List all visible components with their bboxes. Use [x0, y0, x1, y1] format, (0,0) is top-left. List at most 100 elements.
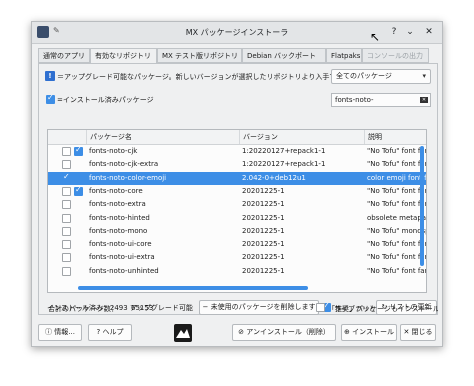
minus-icon: −	[202, 303, 209, 311]
table-row[interactable]: fonts-noto-ui-extra 20201225-1 "No Tofu" f…	[48, 251, 426, 264]
install-label: インストール	[352, 328, 394, 336]
header-package-name[interactable]: パッケージ名	[86, 130, 239, 144]
row-select-checkbox[interactable]	[62, 266, 71, 276]
cell-version: 20201225-1	[242, 240, 285, 249]
window-title: MX パッケージインストーラ	[185, 28, 289, 37]
cell-version: 2.042-0+deb12u1	[242, 173, 306, 182]
horizontal-scrollbar-thumb[interactable]	[78, 286, 308, 290]
clear-search-icon[interactable]: ✕	[420, 97, 428, 103]
cell-name: fonts-noto-color-emoji	[89, 173, 167, 182]
help-label: ヘルプ	[102, 328, 124, 336]
header-description[interactable]: 説明	[364, 130, 426, 144]
table-row[interactable]: fonts-noto-ui-core 20201225-1 "No Tofu" fo…	[48, 238, 426, 251]
table-row[interactable]: fonts-noto-mono 20201225-1 "No Tofu" monos…	[48, 225, 426, 238]
cell-desc: "No Tofu" font famili	[367, 200, 426, 209]
tab-console-output: コンソールの出力	[362, 48, 429, 63]
close-window-icon[interactable]: ✕	[422, 25, 436, 39]
close-icon: ✕	[403, 328, 410, 336]
cell-version: 20201225-1	[242, 226, 285, 235]
row-select-checkbox[interactable]	[62, 213, 71, 223]
installed-status-icon	[74, 185, 83, 196]
cell-name: fonts-noto-ui-core	[89, 240, 152, 249]
upgrade-badge-icon: !	[45, 71, 55, 81]
cell-name: fonts-noto-cjk	[89, 147, 138, 155]
help-button[interactable]: ? ヘルプ	[88, 324, 132, 341]
tab-mx-test-repo[interactable]: MX テスト版リポジトリ	[157, 48, 242, 63]
tab-popular-apps[interactable]: 通常のアプリ	[38, 48, 90, 63]
mouse-cursor-icon: ↖	[370, 30, 381, 44]
install-button[interactable]: ⊕ インストール	[341, 324, 397, 341]
cell-name: fonts-noto-core	[89, 186, 143, 195]
cell-version: 1:20220127+repack1-1	[242, 147, 326, 155]
cell-name: fonts-noto-unhinted	[89, 266, 159, 275]
package-filter-value: 全てのパッケージ	[336, 72, 392, 80]
close-button[interactable]: ✕ 閉じる	[400, 324, 436, 341]
installed-legend-text: =インストール済みパッケージ	[57, 96, 154, 104]
cell-desc: "No Tofu" font famili	[367, 186, 426, 195]
cell-name: fonts-noto-ui-extra	[89, 253, 155, 262]
tab-enabled-repos[interactable]: 有効なリポジトリ	[90, 48, 157, 64]
recommends-label: 「推奨」パッケージもインストール	[328, 305, 438, 313]
cell-version: 20201225-1	[242, 266, 285, 275]
row-select-checkbox[interactable]	[62, 172, 71, 183]
row-select-checkbox[interactable]	[62, 147, 71, 156]
table-row[interactable]: fonts-noto-hinted 20201225-1 obsolete meta…	[48, 212, 426, 225]
cell-desc: color emoji font from	[367, 173, 426, 182]
search-input-value: fonts-noto-	[335, 96, 374, 104]
title-bar[interactable]: ✎ MX パッケージインストーラ ? ⌄ ✕	[32, 22, 442, 44]
cell-desc: "No Tofu" monospac	[367, 226, 426, 235]
cell-desc: "No Tofu" font famili	[367, 160, 426, 169]
uninstall-label: アンインストール（削除）	[246, 328, 330, 336]
cell-desc: "No Tofu" font famili	[367, 253, 426, 262]
upgrade-legend-text: ＝アップグレード可能なパッケージ。新しいバージョンが選択したリポジトリより入手で…	[57, 73, 344, 81]
row-select-checkbox[interactable]	[62, 226, 71, 236]
search-input[interactable]: fonts-noto- ✕	[331, 93, 431, 107]
main-panel: ! ＝アップグレード可能なパッケージ。新しいバージョンが選択したリポジトリより入…	[38, 63, 438, 315]
cell-name: fonts-noto-hinted	[89, 213, 150, 222]
app-window: ✎ MX パッケージインストーラ ? ⌄ ✕ 通常のアプリ 有効なリポジトリ M…	[31, 21, 443, 347]
row-select-checkbox[interactable]	[62, 160, 71, 170]
recommends-checkbox[interactable]	[316, 303, 325, 312]
row-select-checkbox[interactable]	[62, 200, 71, 210]
cell-desc: obsolete metapacka	[367, 213, 426, 222]
cell-name: fonts-noto-mono	[89, 226, 148, 235]
help-icon: ?	[96, 328, 101, 336]
remove-unused-label: 未使用のパッケージを削除します	[210, 303, 316, 311]
row-select-checkbox[interactable]	[62, 240, 71, 250]
installed-status-icon	[74, 145, 83, 156]
row-select-checkbox[interactable]	[62, 186, 71, 196]
table-row[interactable]: fonts-noto-cjk-extra 1:20220127+repack1-1…	[48, 158, 426, 171]
vertical-scrollbar[interactable]	[420, 144, 425, 290]
cell-desc: "No Tofu" font famili	[367, 240, 426, 249]
table-header: パッケージ名 バージョン 説明	[48, 130, 426, 145]
close-label: 閉じる	[411, 328, 433, 336]
table-row[interactable]: fonts-noto-color-emoji 2.042-0+deb12u1 col…	[48, 171, 426, 185]
vertical-scrollbar-thumb[interactable]	[420, 146, 424, 266]
cell-desc: "No Tofu" font famili	[367, 147, 426, 155]
cell-name: fonts-noto-extra	[89, 200, 146, 209]
table-row[interactable]: fonts-noto-unhinted 20201225-1 "No Tofu" f…	[48, 265, 426, 278]
tab-debian-backports[interactable]: Debian バックポート	[242, 48, 326, 63]
table-row[interactable]: fonts-noto-cjk 1:20220127+repack1-1 "No To…	[48, 145, 426, 158]
table-row[interactable]: fonts-noto-extra 20201225-1 "No Tofu" font…	[48, 198, 426, 211]
chevron-down-icon: ▾	[422, 72, 426, 80]
cell-version: 1:20220127+repack1-1	[242, 160, 326, 169]
cell-version: 20201225-1	[242, 253, 285, 262]
info-button[interactable]: ⓘ 情報...	[38, 324, 82, 341]
header-version[interactable]: バージョン	[239, 130, 364, 144]
cell-version: 20201225-1	[242, 186, 285, 195]
package-table: パッケージ名 バージョン 説明 fonts-noto-cjk 1:20220127…	[47, 129, 427, 293]
tab-flatpaks[interactable]: Flatpaks	[326, 48, 362, 63]
table-row[interactable]: fonts-noto-core 20201225-1 "No Tofu" font …	[48, 185, 426, 198]
remove-unused-button[interactable]: − 未使用のパッケージを削除します	[199, 300, 319, 315]
help-window-icon[interactable]: ?	[387, 25, 401, 39]
package-filter-select[interactable]: 全てのパッケージ ▾	[331, 69, 431, 84]
info-icon: ⓘ	[45, 328, 53, 336]
cell-name: fonts-noto-cjk-extra	[89, 160, 159, 169]
cell-version: 20201225-1	[242, 200, 285, 209]
mx-logo	[174, 324, 192, 342]
minimize-icon[interactable]: ⌄	[403, 25, 417, 39]
uninstall-icon: ⊘	[238, 328, 245, 336]
row-select-checkbox[interactable]	[62, 253, 71, 263]
cell-version: 20201225-1	[242, 213, 285, 222]
